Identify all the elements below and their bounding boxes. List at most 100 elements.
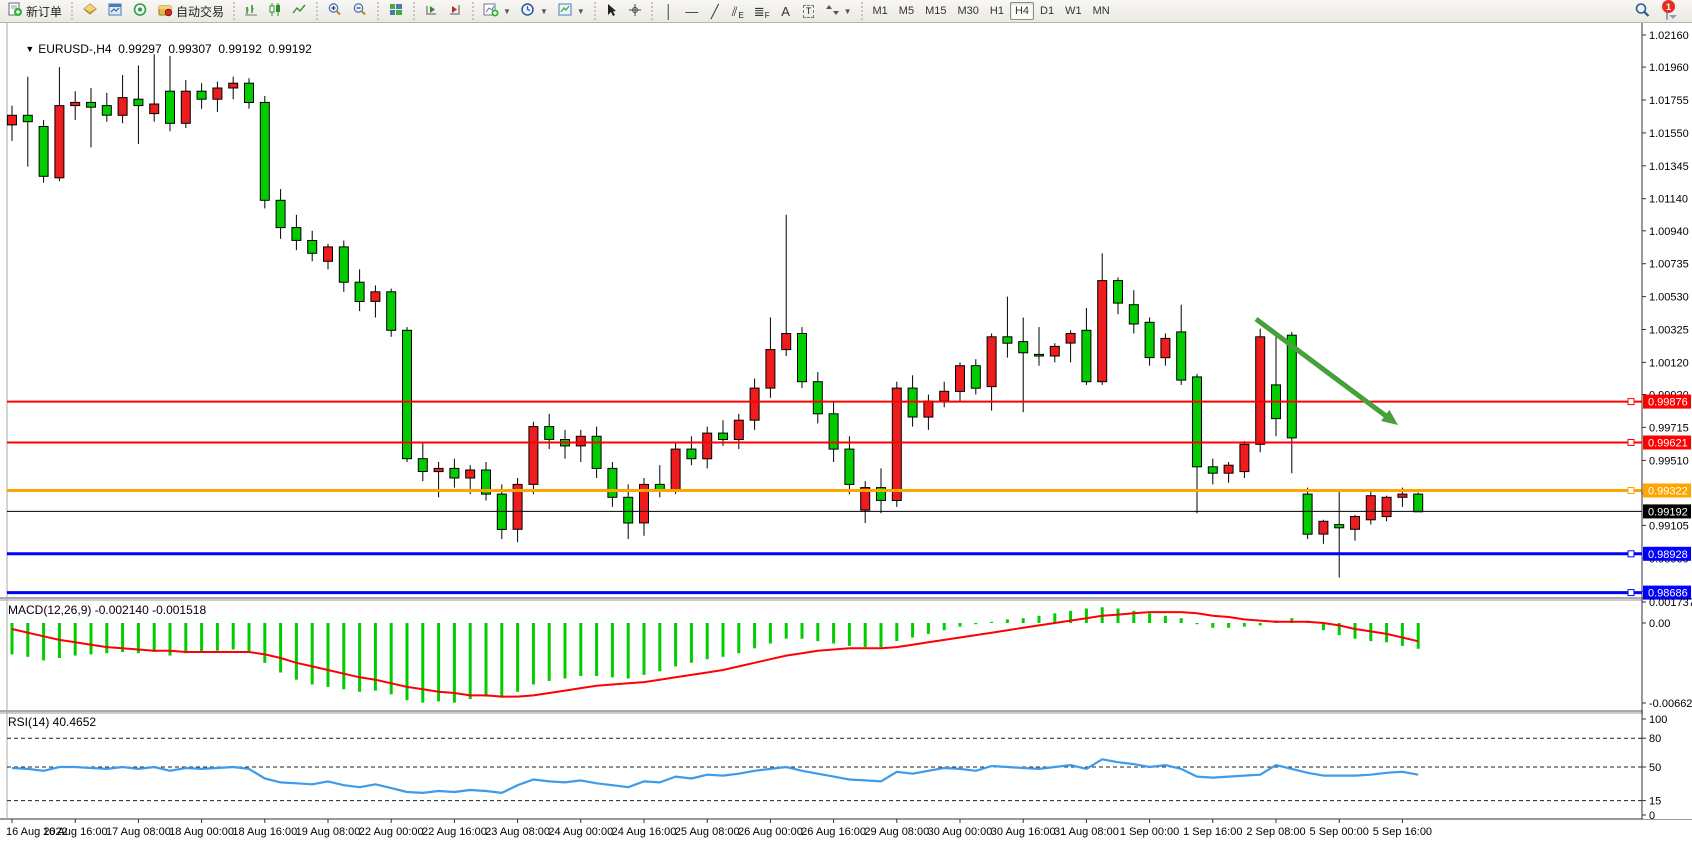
candlestick-type-button[interactable] — [264, 1, 287, 21]
candle — [798, 334, 807, 382]
candle — [260, 102, 269, 200]
crosshair-tool-button[interactable] — [624, 1, 646, 21]
candle — [1382, 497, 1391, 516]
horizontal-line-tool-button[interactable]: — — [681, 1, 703, 21]
timeframe-M15[interactable]: M15 — [920, 2, 951, 20]
bar-chart-type-button[interactable] — [240, 1, 263, 21]
periods-button[interactable]: ▼ — [516, 1, 552, 21]
candle — [102, 106, 111, 116]
candle — [1335, 525, 1344, 528]
horizontal-line-icon: — — [685, 5, 698, 18]
timeframe-H1[interactable]: H1 — [985, 2, 1009, 20]
candle — [671, 449, 680, 491]
candle — [324, 247, 333, 261]
candle — [8, 115, 17, 125]
candle — [403, 330, 412, 458]
candle — [276, 200, 285, 227]
timeframe-M1[interactable]: M1 — [868, 2, 893, 20]
date-axis-label: 18 Aug 16:00 — [232, 826, 297, 838]
autotrading-icon — [157, 2, 173, 20]
price-axis-label: 1.01140 — [1649, 194, 1688, 206]
tile-windows-button[interactable] — [384, 1, 408, 21]
date-axis-label: 22 Aug 00:00 — [359, 826, 424, 838]
rsi-axis-label: 100 — [1649, 714, 1667, 726]
symbol-period-label: EURUSD-,H4 — [38, 42, 111, 56]
date-axis-label: 18 Aug 00:00 — [169, 826, 234, 838]
candle — [1256, 337, 1265, 445]
date-axis-label: 23 Aug 08:00 — [485, 826, 550, 838]
price-axis-label: 0.99715 — [1649, 422, 1689, 434]
market-watch-button[interactable] — [78, 1, 102, 21]
candle — [687, 449, 696, 459]
svg-text:0.99322: 0.99322 — [1648, 486, 1688, 498]
candle — [55, 106, 64, 178]
price-badge-0.99621: 0.99621 — [1643, 436, 1691, 450]
date-axis-label: 5 Sep 00:00 — [1310, 826, 1369, 838]
channel-tool-button[interactable]: ⫽ E — [727, 1, 749, 21]
candle — [1177, 332, 1186, 380]
vertical-line-icon: │ — [665, 5, 673, 18]
price-badge-0.98928: 0.98928 — [1643, 547, 1691, 561]
candle — [1398, 494, 1407, 497]
trendline-tool-button[interactable]: ╱ — [704, 1, 726, 21]
candle — [181, 91, 190, 123]
candle — [1082, 330, 1091, 381]
templates-icon — [557, 2, 573, 20]
data-window-button[interactable] — [103, 1, 127, 21]
text-tool-button[interactable]: A — [775, 1, 797, 21]
timeframe-D1[interactable]: D1 — [1035, 2, 1059, 20]
dropdown-caret: ▼ — [577, 7, 585, 16]
date-axis-label: 31 Aug 08:00 — [1054, 826, 1119, 838]
candle — [87, 102, 96, 107]
line-chart-type-button[interactable] — [288, 1, 311, 21]
candle — [1114, 281, 1123, 304]
date-axis-label: 1 Sep 16:00 — [1183, 826, 1242, 838]
candle — [197, 91, 206, 99]
svg-text:0.99621: 0.99621 — [1648, 438, 1688, 450]
svg-text:0.99876: 0.99876 — [1648, 397, 1688, 409]
new-order-button[interactable]: 新订单 — [4, 1, 66, 21]
chart-shift-button[interactable] — [444, 1, 467, 21]
search-button[interactable] — [1630, 1, 1655, 21]
navigator-button[interactable] — [128, 1, 152, 21]
rsi-indicator-label: RSI(14) 40.4652 — [8, 715, 96, 729]
zoom-in-icon — [327, 2, 343, 20]
toolbar-separator — [314, 2, 320, 20]
price-axis-label: 1.00530 — [1649, 292, 1689, 304]
templates-button[interactable]: ▼ — [553, 1, 589, 21]
cursor-tool-button[interactable] — [601, 1, 623, 21]
price-axis[interactable]: 1.021601.019601.017551.015501.013451.011… — [1642, 23, 1692, 822]
date-axis-label: 2 Sep 08:00 — [1246, 826, 1305, 838]
arrows-tool-button[interactable]: ▼ — [821, 1, 856, 21]
autotrading-button[interactable]: 自动交易 — [153, 1, 228, 21]
timeframe-W1[interactable]: W1 — [1060, 2, 1087, 20]
new-order-icon — [8, 2, 23, 20]
timeframe-MN[interactable]: MN — [1088, 2, 1115, 20]
auto-scroll-button[interactable] — [420, 1, 443, 21]
candle — [576, 436, 585, 446]
zoom-in-button[interactable] — [323, 1, 347, 21]
timeframe-H4[interactable]: H4 — [1010, 2, 1034, 20]
vertical-line-tool-button[interactable]: │ — [658, 1, 680, 21]
candle — [1161, 338, 1170, 357]
candle — [387, 292, 396, 331]
trendline-icon: ╱ — [711, 5, 719, 18]
timeframe-M30[interactable]: M30 — [952, 2, 983, 20]
candle — [1019, 342, 1028, 353]
macd-axis-label: 0.001737 — [1649, 597, 1692, 609]
collapse-triangle-icon[interactable]: ▼ — [25, 44, 34, 54]
chart-canvas[interactable]: 1.021601.019601.017551.015501.013451.011… — [0, 23, 1692, 847]
macd-axis-label: 0.00 — [1649, 618, 1670, 630]
data-window-icon — [107, 2, 123, 20]
price-axis-label: 1.01550 — [1649, 128, 1689, 140]
price-axis-label: 1.00120 — [1649, 357, 1689, 369]
zoom-out-button[interactable] — [348, 1, 372, 21]
fibonacci-icon: ≣ — [754, 5, 764, 18]
fibonacci-tool-button[interactable]: ≣ F — [750, 1, 774, 21]
label-tool-button[interactable]: T — [798, 1, 820, 21]
timeframe-M5[interactable]: M5 — [894, 2, 919, 20]
candle — [1366, 496, 1375, 520]
chat-bubble-icon: 1 — [1666, 5, 1668, 19]
notifications-button[interactable]: 1 — [1656, 1, 1678, 21]
indicators-button[interactable]: ▼ — [479, 1, 515, 21]
